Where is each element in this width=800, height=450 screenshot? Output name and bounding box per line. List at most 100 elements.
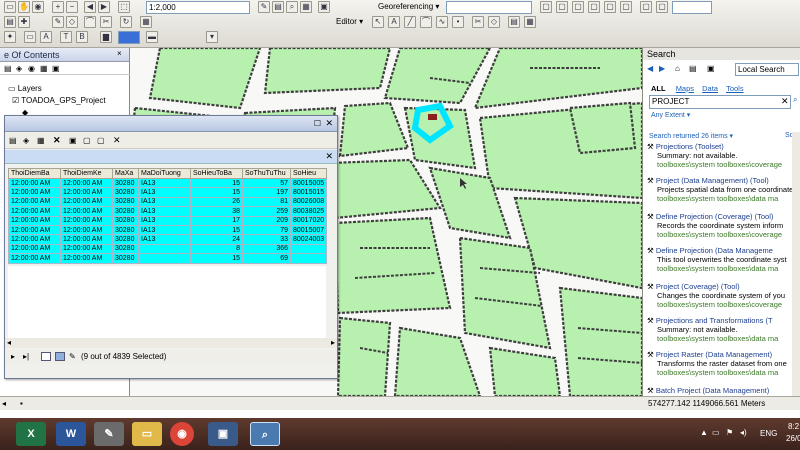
- show-selected-records-icon[interactable]: [55, 352, 65, 361]
- table-cell[interactable]: 30280: [112, 196, 139, 208]
- table-cell[interactable]: 12:00:00 AM: [8, 243, 61, 255]
- table-cell[interactable]: [138, 243, 191, 255]
- table-cell[interactable]: 15: [190, 224, 243, 236]
- table-row[interactable]: 12:00:00 AM 12:00:00 AM 30280 IA13 15 197 8001…: [8, 187, 328, 198]
- filter-maps[interactable]: Maps: [676, 84, 694, 93]
- table-close-x-icon[interactable]: ✕: [113, 135, 121, 146]
- table-cell[interactable]: 17: [190, 215, 243, 226]
- search-result-item[interactable]: ⚒ Define Projection (Data Manageme This t…: [647, 246, 800, 273]
- table-cell[interactable]: 30280: [112, 253, 139, 264]
- search-query-input[interactable]: PROJECT: [649, 95, 791, 109]
- status-refresh-icon[interactable]: ◂: [2, 397, 6, 410]
- table-row[interactable]: 12:00:00 AM 12:00:00 AM 30280 IA13 38 259 8003…: [8, 206, 328, 217]
- georef-layer-combo[interactable]: [446, 1, 532, 14]
- list-by-drawing-order-icon[interactable]: ▤: [4, 64, 12, 73]
- table-cell[interactable]: 12:00:00 AM: [60, 215, 113, 226]
- table-cell[interactable]: IA13: [138, 234, 191, 245]
- col-header[interactable]: SoThuTuThu: [242, 168, 291, 179]
- select-features-icon[interactable]: ⬚: [118, 1, 130, 13]
- list-by-source-icon[interactable]: ◈: [16, 64, 22, 73]
- georef-tool-6-icon[interactable]: ▢: [620, 1, 632, 13]
- table-cell[interactable]: 15: [190, 253, 243, 264]
- sketch-tool-icon[interactable]: ⌒: [84, 16, 96, 28]
- table-cell[interactable]: 12:00:00 AM: [8, 253, 61, 264]
- col-header[interactable]: ThoiDiemKe: [60, 168, 113, 179]
- attribute-grid[interactable]: ThoiDiemBa ThoiDiemKe MaXa MaDoiTuong So…: [8, 168, 328, 264]
- table-cell[interactable]: 30280: [112, 234, 139, 245]
- table-cell[interactable]: [138, 253, 191, 264]
- excel-app-icon[interactable]: X: [16, 422, 46, 446]
- straight-segment-icon[interactable]: ╱: [404, 16, 416, 28]
- bookmark-icon[interactable]: ✦: [4, 31, 16, 43]
- table-row[interactable]: 12:00:00 AM 12:00:00 AM 30280 IA13 26 81 80026…: [8, 196, 328, 208]
- table-cell[interactable]: 69: [242, 253, 291, 264]
- georef-tool-4-icon[interactable]: ▢: [588, 1, 600, 13]
- toc-options-icon[interactable]: ▣: [52, 64, 60, 73]
- status-pause-icon[interactable]: ▪: [20, 397, 23, 410]
- toc-close-icon[interactable]: ×: [117, 49, 127, 59]
- edit-tool-icon[interactable]: ↖: [372, 16, 384, 28]
- search-scrollbar[interactable]: [792, 132, 800, 398]
- table-cell[interactable]: 80038025: [289, 206, 328, 217]
- table-cell[interactable]: 30280: [112, 243, 139, 255]
- table-cell[interactable]: 81: [242, 196, 291, 208]
- language-indicator[interactable]: ENG: [760, 429, 777, 438]
- georef-tool-1-icon[interactable]: ▢: [540, 1, 552, 13]
- draw-text-icon[interactable]: A: [40, 31, 52, 43]
- table-cell[interactable]: 259: [242, 206, 291, 217]
- layers-node[interactable]: ▭ Layers: [8, 84, 42, 93]
- search-result-count[interactable]: Search returned 26 items ▾: [649, 132, 733, 140]
- table-cell[interactable]: 8: [190, 243, 243, 255]
- georef-tool-8-icon[interactable]: ▢: [656, 1, 668, 13]
- any-extent-link[interactable]: Any Extent ▾: [651, 111, 690, 119]
- home-icon[interactable]: ⌂: [675, 64, 680, 73]
- col-header[interactable]: MaXa: [112, 168, 139, 179]
- index-icon[interactable]: ▣: [707, 64, 715, 73]
- result-title[interactable]: Define Projection (Coverage) (Tool): [656, 212, 774, 221]
- table-cell[interactable]: IA13: [138, 177, 191, 189]
- font-size-icon[interactable]: T: [60, 31, 72, 43]
- back-arrow-icon[interactable]: ◀: [647, 64, 653, 73]
- rotate-icon[interactable]: ↻: [120, 16, 132, 28]
- zoom-to-selected-icon[interactable]: ▢: [97, 136, 105, 145]
- table-cell[interactable]: 30280: [112, 177, 139, 189]
- table-cell[interactable]: 30280: [112, 224, 139, 236]
- back-icon[interactable]: ◀: [84, 1, 96, 13]
- col-header[interactable]: ThoiDiemBa: [8, 168, 61, 179]
- search-result-item[interactable]: ⚒ Batch Project (Data Management): [647, 386, 800, 395]
- edit-vertices-icon[interactable]: ◇: [66, 16, 78, 28]
- font-color-icon[interactable]: ▾: [206, 31, 218, 43]
- table-cell[interactable]: 12:00:00 AM: [60, 206, 113, 217]
- georef-tool-5-icon[interactable]: ▢: [604, 1, 616, 13]
- table-cell[interactable]: IA13: [138, 215, 191, 226]
- zoom-out-icon[interactable]: −: [66, 1, 78, 13]
- table-cell[interactable]: IA13: [138, 224, 191, 236]
- editor-menu[interactable]: Editor ▾: [336, 17, 363, 26]
- georef-value-input[interactable]: [672, 1, 712, 14]
- table-cell[interactable]: IA13: [138, 187, 191, 198]
- table-cell[interactable]: 197: [242, 187, 291, 198]
- result-title[interactable]: Projections and Transformations (T: [656, 316, 773, 325]
- table-cell[interactable]: 80024003: [289, 234, 328, 245]
- line-color-icon[interactable]: ▬: [146, 31, 158, 43]
- result-title[interactable]: Project (Coverage) (Tool): [656, 282, 740, 291]
- table-cell[interactable]: 366: [242, 243, 291, 255]
- attribute-table-window[interactable]: ☐ ✕ ▤ ◈ ▦ ✕ ▣ ▢ ▢ ✕ ✕ ThoiDiemBa ThoiDie…: [4, 115, 338, 379]
- col-header[interactable]: SoHieu: [289, 168, 328, 179]
- table-cell[interactable]: 33: [242, 234, 291, 245]
- close-window-icon[interactable]: ✕: [325, 118, 333, 129]
- clear-search-icon[interactable]: ✕: [781, 96, 789, 107]
- layer-item[interactable]: ☑ TOADOA_GPS_Project: [12, 96, 106, 105]
- clock-date[interactable]: 26/0: [786, 434, 800, 443]
- result-title[interactable]: Project (Data Management) (Tool): [656, 176, 769, 185]
- table-cell[interactable]: IA13: [138, 196, 191, 208]
- related-tables-icon[interactable]: ◈: [23, 136, 29, 145]
- attribute-table-titlebar[interactable]: ☐ ✕: [5, 116, 337, 132]
- table-cell[interactable]: 12:00:00 AM: [8, 177, 61, 189]
- python-icon[interactable]: ▣: [318, 1, 330, 13]
- table-cell[interactable]: 26: [190, 196, 243, 208]
- edit-attributes-icon[interactable]: ▤: [508, 16, 520, 28]
- table-cell[interactable]: 30280: [112, 187, 139, 198]
- arcmap-app-icon[interactable]: ⌕: [250, 422, 280, 446]
- table-cell[interactable]: 15: [190, 187, 243, 198]
